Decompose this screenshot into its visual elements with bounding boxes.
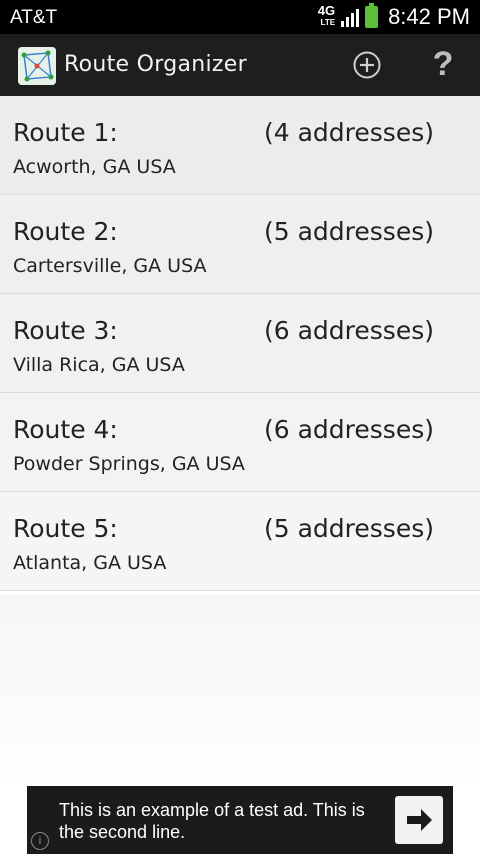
- route-address-count: (5 addresses): [264, 217, 434, 246]
- route-name: Route 3:: [13, 316, 118, 345]
- status-bar: AT&T 4G LTE 8:42 PM: [0, 0, 480, 34]
- network-type-label: 4G: [317, 3, 336, 18]
- ad-text-line1: This is an example of a test ad. This is: [59, 800, 365, 820]
- route-name: Route 4:: [13, 415, 118, 444]
- route-address-count: (6 addresses): [264, 316, 434, 345]
- route-item[interactable]: Route 1: (4 addresses) Acworth, GA USA: [0, 96, 480, 195]
- status-icons: 4G LTE 8:42 PM: [318, 3, 470, 31]
- info-icon[interactable]: i: [31, 832, 49, 850]
- route-location: Atlanta, GA USA: [13, 552, 167, 574]
- add-route-button[interactable]: [352, 50, 382, 80]
- route-item[interactable]: Route 4: (6 addresses) Powder Springs, G…: [0, 393, 480, 492]
- route-item[interactable]: Route 3: (6 addresses) Villa Rica, GA US…: [0, 294, 480, 393]
- signal-icon: [341, 7, 360, 27]
- route-location: Acworth, GA USA: [13, 156, 176, 178]
- route-address-count: (4 addresses): [264, 118, 434, 147]
- route-item[interactable]: Route 5: (5 addresses) Atlanta, GA USA: [0, 492, 480, 591]
- carrier-label: AT&T: [10, 7, 58, 28]
- battery-icon: [365, 3, 379, 28]
- ad-text-line2: the second line.: [59, 822, 186, 842]
- route-list: Route 1: (4 addresses) Acworth, GA USA R…: [0, 96, 480, 591]
- ad-banner[interactable]: This is an example of a test ad. This is…: [27, 786, 453, 854]
- route-name: Route 2:: [13, 217, 118, 246]
- route-location: Powder Springs, GA USA: [13, 453, 245, 475]
- route-address-count: (6 addresses): [264, 415, 434, 444]
- network-sub-label: LTE: [320, 18, 336, 27]
- route-location: Villa Rica, GA USA: [13, 354, 185, 376]
- app-title: Route Organizer: [64, 52, 247, 77]
- route-location: Cartersville, GA USA: [13, 255, 207, 277]
- route-name: Route 1:: [13, 118, 118, 147]
- help-button[interactable]: ?: [425, 44, 461, 84]
- route-item[interactable]: Route 2: (5 addresses) Cartersville, GA …: [0, 195, 480, 294]
- route-name: Route 5:: [13, 514, 118, 543]
- empty-list-area: [0, 594, 480, 794]
- clock: 8:42 PM: [388, 4, 470, 29]
- ad-arrow-button[interactable]: [395, 796, 443, 844]
- arrow-right-icon: [407, 809, 432, 831]
- network-type-icon: 4G LTE: [317, 3, 336, 29]
- plus-circle-icon: [353, 51, 381, 79]
- app-logo-icon: [18, 47, 56, 85]
- route-address-count: (5 addresses): [264, 514, 434, 543]
